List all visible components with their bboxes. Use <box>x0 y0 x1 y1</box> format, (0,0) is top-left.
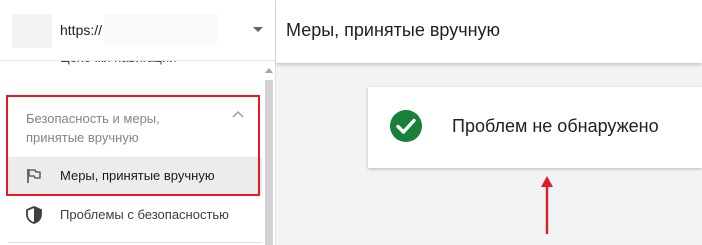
property-url: https:// <box>60 22 103 38</box>
scroll-up-arrow-icon[interactable] <box>265 68 273 73</box>
sidebar: Цепочки навигации Безопасность и меры, п… <box>0 0 276 245</box>
page-title: Меры, принятые вручную <box>286 20 501 40</box>
sidebar-item-label: Проблемы с безопасностью <box>60 207 229 222</box>
property-url-redacted <box>104 14 218 44</box>
check-circle-icon <box>390 110 422 142</box>
highlight-frame <box>6 95 260 196</box>
sidebar-item-security-issues[interactable]: Проблемы с безопасностью <box>8 196 262 234</box>
annotation-arrow-icon <box>541 176 553 234</box>
page-header: Меры, принятые вручную <box>276 0 702 63</box>
property-selector[interactable]: https:// <box>0 0 275 61</box>
scrollbar-thumb[interactable] <box>265 80 273 245</box>
divider <box>8 242 262 243</box>
shield-icon <box>26 206 42 224</box>
status-message: Проблем не обнаружено <box>452 116 659 136</box>
property-favicon <box>12 14 52 48</box>
caret-down-icon[interactable] <box>253 27 263 32</box>
status-card: Проблем не обнаружено <box>368 87 702 168</box>
